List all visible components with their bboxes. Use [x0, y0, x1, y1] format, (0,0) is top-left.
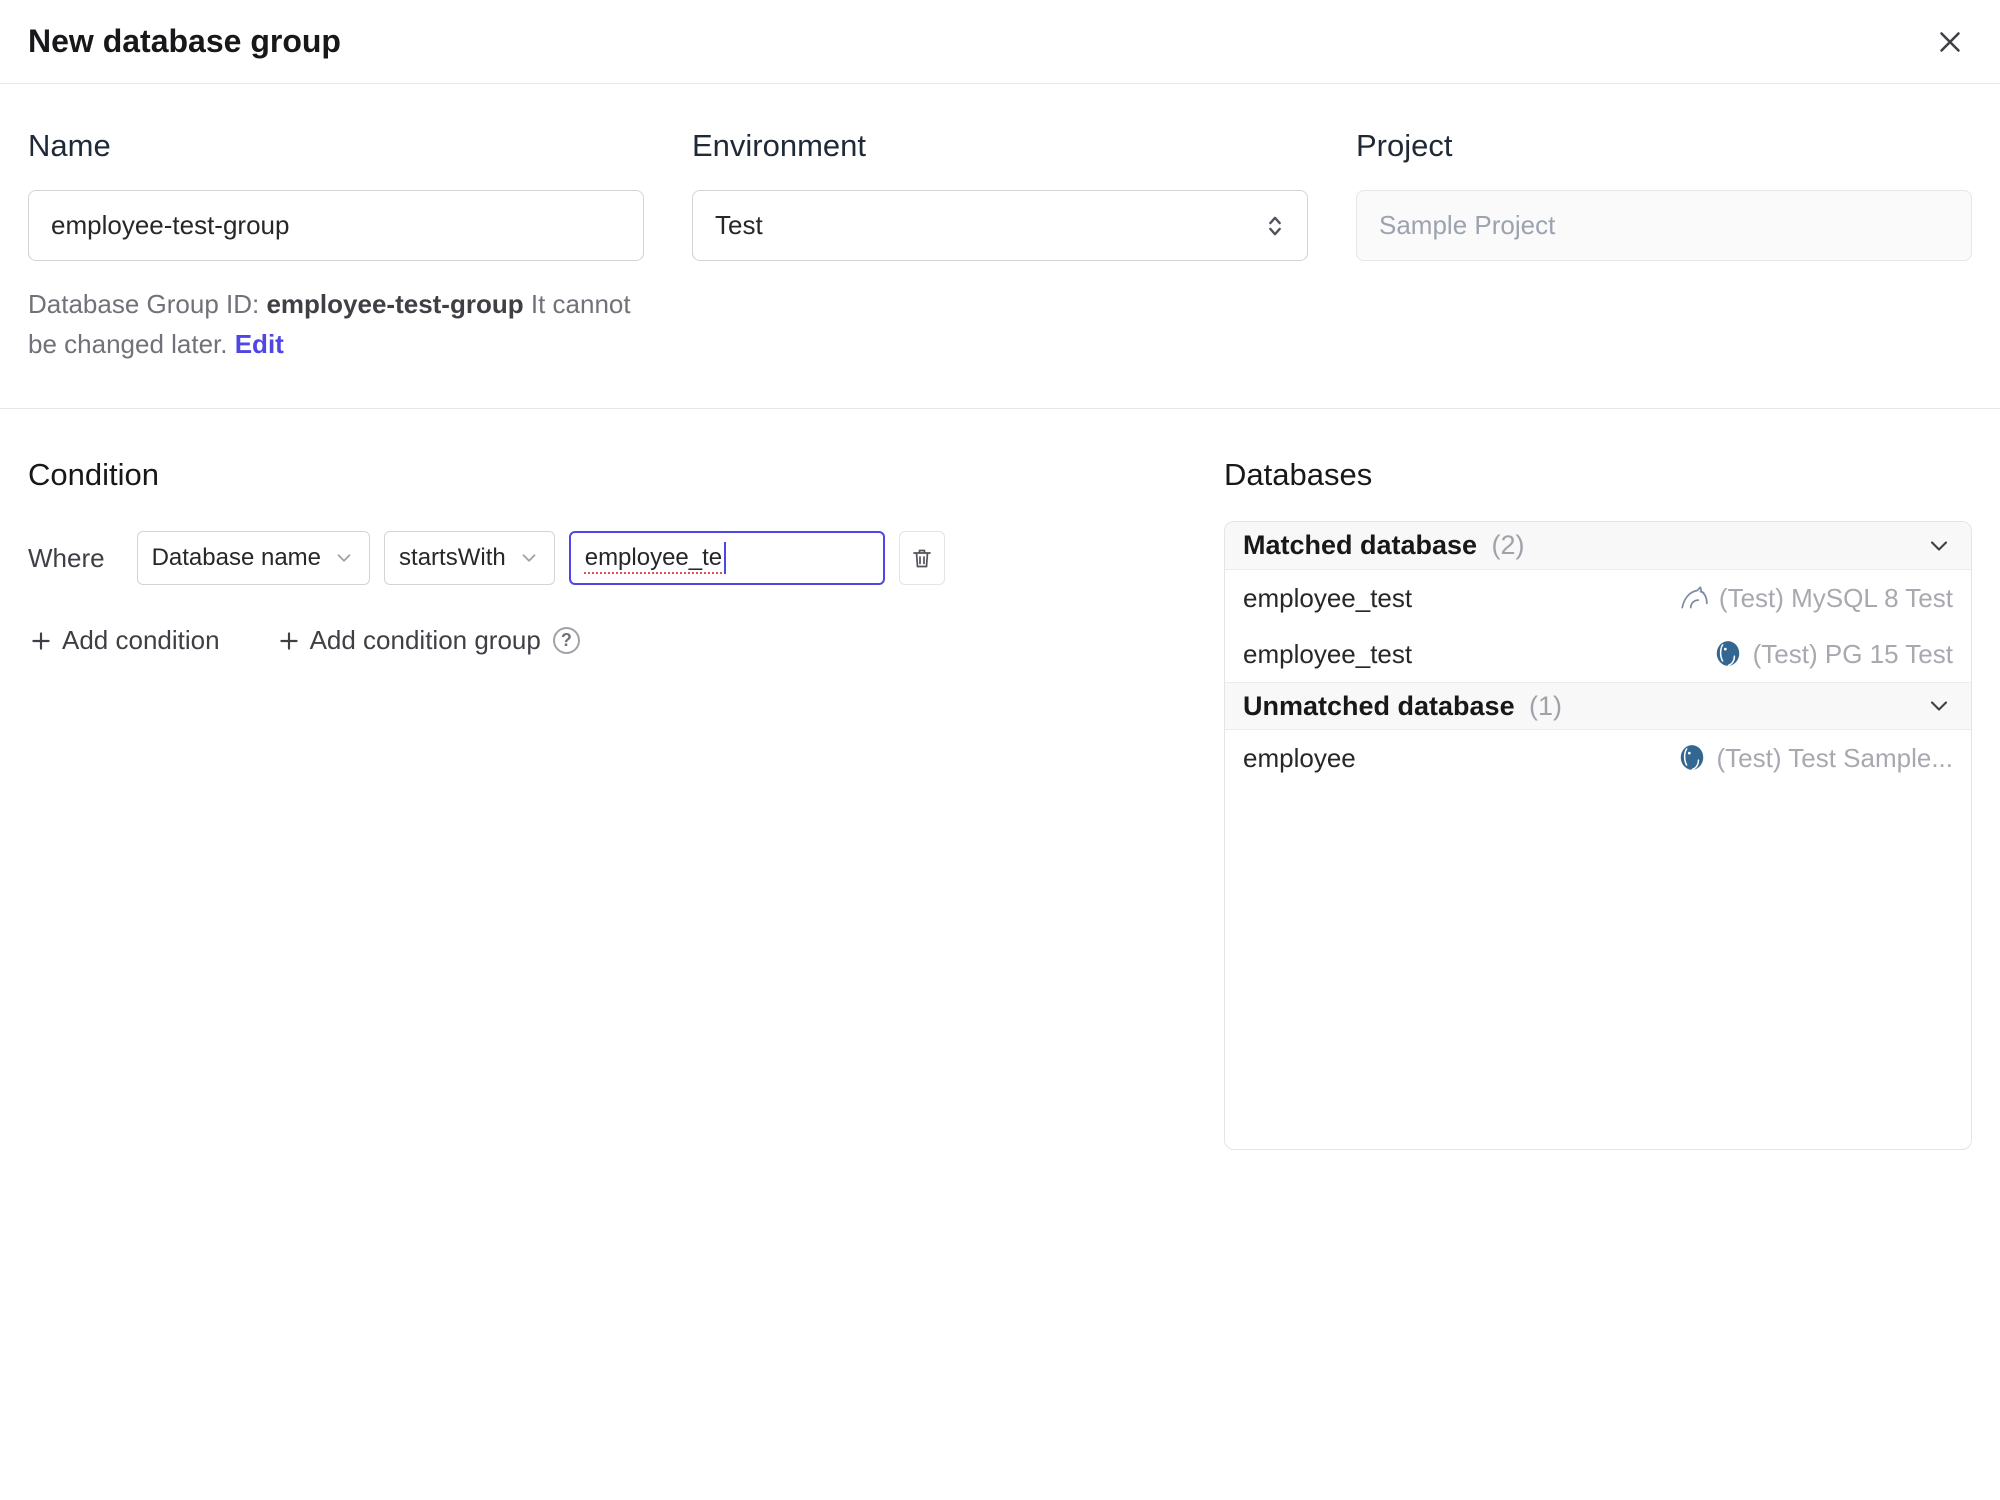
condition-field-value: Database name	[151, 544, 322, 572]
postgres-icon	[1716, 641, 1739, 667]
database-instance: (Test) Test Sample...	[1677, 742, 1954, 774]
name-field-block: Name Database Group ID: employee-test-gr…	[28, 128, 644, 364]
plus-icon	[279, 631, 298, 650]
text-caret	[724, 542, 727, 575]
chevron-down-icon	[522, 554, 536, 562]
project-input	[1356, 190, 1972, 261]
databases-section: Databases Matched database (2) employee_…	[1224, 457, 1972, 1151]
chevron-down-icon[interactable]	[1925, 532, 1953, 560]
mysql-icon	[1681, 586, 1708, 609]
trash-icon	[912, 549, 931, 568]
condition-row: Where Database name startsWith employee_…	[28, 531, 1176, 586]
instance-label: (Test) PG 15 Test	[1752, 638, 1953, 669]
unmatched-group-header[interactable]: Unmatched database (1)	[1225, 682, 1971, 731]
database-name: employee_test	[1243, 638, 1413, 669]
condition-heading: Condition	[28, 457, 159, 493]
group-form: Name Database Group ID: employee-test-gr…	[0, 128, 2000, 364]
instance-label: (Test) MySQL 8 Test	[1718, 582, 1953, 613]
environment-select[interactable]: Test	[692, 190, 1308, 261]
add-condition-group-button[interactable]: Add condition group ?	[276, 625, 580, 656]
matched-group-label: Matched database	[1243, 530, 1478, 561]
condition-actions: Add condition Add condition group ?	[28, 625, 1176, 656]
helper-prefix: Database Group ID:	[28, 289, 267, 319]
postgres-icon	[1680, 745, 1703, 771]
condition-value-text: employee_te	[584, 544, 723, 572]
delete-condition-button[interactable]	[898, 531, 945, 586]
condition-operator-select[interactable]: startsWith	[384, 531, 555, 586]
plus-icon	[32, 631, 50, 650]
close-button[interactable]	[1928, 20, 1972, 64]
databases-heading: Databases	[1224, 457, 1373, 493]
section-divider	[0, 408, 2000, 410]
environment-label: Environment	[692, 128, 867, 163]
condition-field-select[interactable]: Database name	[136, 531, 371, 586]
condition-operator-value: startsWith	[399, 544, 506, 572]
unmatched-group-label: Unmatched database	[1243, 690, 1515, 721]
dialog-header: New database group	[0, 0, 2000, 84]
project-label: Project	[1356, 128, 1453, 163]
database-instance: (Test) MySQL 8 Test	[1679, 583, 1953, 614]
project-field-block: Project	[1356, 128, 1972, 364]
environment-selected-value: Test	[715, 210, 763, 240]
database-name: employee	[1243, 742, 1356, 773]
unmatched-group-count: (1)	[1529, 690, 1563, 721]
chevron-down-icon	[337, 554, 351, 562]
close-icon	[1940, 31, 1960, 52]
instance-label: (Test) Test Sample...	[1716, 742, 1954, 773]
group-id-helper: Database Group ID: employee-test-group I…	[28, 285, 644, 364]
environment-field-block: Environment Test	[692, 128, 1308, 364]
matched-group-count: (2)	[1491, 530, 1525, 561]
where-label: Where	[28, 542, 105, 573]
chevron-updown-icon	[1269, 216, 1281, 235]
matched-group-header[interactable]: Matched database (2)	[1225, 522, 1971, 571]
edit-link[interactable]: Edit	[235, 329, 284, 359]
add-condition-label: Add condition	[62, 625, 220, 656]
condition-value-input[interactable]: employee_te	[568, 531, 885, 586]
name-input[interactable]	[28, 190, 644, 261]
help-icon: ?	[552, 627, 580, 655]
group-id-value: employee-test-group	[266, 289, 524, 319]
add-condition-group-label: Add condition group	[309, 625, 541, 656]
add-condition-button[interactable]: Add condition	[28, 625, 220, 656]
databases-panel: Matched database (2) employee_test (Test…	[1224, 521, 1972, 1151]
condition-section: Condition Where Database name startsWith…	[28, 457, 1176, 1150]
database-row: employee_test (Test) MySQL 8 Test	[1225, 570, 1971, 626]
database-row: employee (Test) Test Sample...	[1225, 730, 1971, 786]
database-row: employee_test (Test) PG 15 Test	[1225, 626, 1971, 682]
database-instance: (Test) PG 15 Test	[1713, 639, 1953, 670]
chevron-down-icon[interactable]	[1925, 692, 1953, 720]
database-name: employee_test	[1243, 582, 1413, 613]
page-title: New database group	[28, 23, 341, 59]
name-label: Name	[28, 128, 111, 163]
